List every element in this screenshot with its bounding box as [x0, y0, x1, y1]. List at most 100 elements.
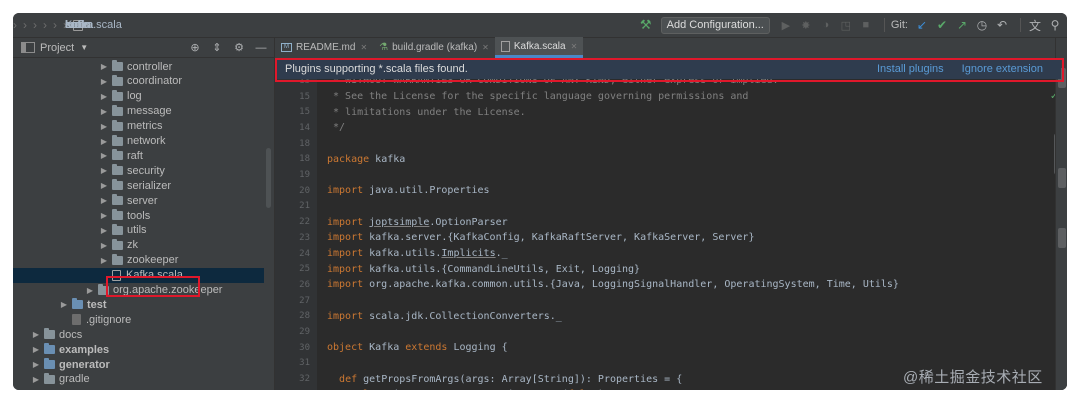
tree-item-label: zookeeper — [127, 254, 179, 267]
editor-tab[interactable]: Kafka.scala ✕ — [494, 37, 584, 58]
tree-item-label: server — [127, 194, 158, 207]
code-line: 23 import kafka.server.{KafkaConfig, Kafk… — [275, 230, 1055, 246]
chevron-right-icon[interactable]: ▶ — [99, 62, 109, 71]
tree-item[interactable]: ▶ coordinator — [13, 74, 264, 89]
code-line: 27 — [275, 293, 1055, 309]
tree-item[interactable]: ▶ log — [13, 89, 264, 104]
git-update-icon[interactable]: ↙ — [914, 17, 930, 33]
hide-panel-icon[interactable]: — — [252, 42, 270, 54]
chevron-right-icon[interactable]: ▶ — [99, 77, 109, 86]
editor-tab[interactable]: M README.md ✕ — [275, 37, 373, 58]
line-number: 18 — [299, 138, 310, 149]
editor-tab-label: README.md — [296, 42, 356, 53]
code-line: 18 package kafka — [275, 152, 1055, 168]
database-tool-icon[interactable] — [1058, 168, 1066, 188]
tree-item[interactable]: ▶ message — [13, 104, 264, 119]
chevron-right-icon[interactable]: ▶ — [99, 226, 109, 235]
chevron-right-icon[interactable]: ▶ — [99, 241, 109, 250]
chevron-right-icon[interactable]: ▶ — [99, 92, 109, 101]
close-icon[interactable]: ✕ — [360, 43, 367, 52]
chevron-right-icon[interactable]: ▶ — [31, 330, 41, 339]
tree-item[interactable]: ▶ metrics — [13, 119, 264, 134]
chevron-right-icon[interactable]: ▶ — [99, 137, 109, 146]
debug-icon[interactable]: ✸ — [798, 17, 814, 33]
chevron-right-icon: › — [53, 18, 57, 32]
stop-icon[interactable]: ■ — [858, 17, 874, 33]
translate-icon[interactable]: 文 — [1027, 17, 1043, 33]
code-text: * limitations under the License. — [327, 106, 526, 118]
chevron-right-icon[interactable]: ▶ — [99, 196, 109, 205]
chevron-right-icon: › — [23, 18, 27, 32]
git-commit-icon[interactable]: ✔ — [934, 17, 950, 33]
add-configuration-button[interactable]: Add Configuration... — [660, 16, 770, 34]
tree-item[interactable]: ▶ zookeeper — [13, 253, 264, 268]
breadcrumb-item[interactable]: core › — [23, 18, 88, 32]
chevron-down-icon[interactable]: ▼ — [80, 43, 88, 52]
breadcrumb-item[interactable]: scala › — [53, 18, 91, 32]
tree-item[interactable]: ▶ generator — [13, 357, 264, 372]
tree-item[interactable]: ▶ gradle — [13, 372, 264, 387]
git-history-icon[interactable]: ◷ — [974, 17, 990, 33]
tree-item[interactable]: ▶ network — [13, 134, 264, 149]
tree-item[interactable]: ▶ zk — [13, 238, 264, 253]
locate-file-icon[interactable]: ⊕ — [186, 41, 204, 54]
breadcrumb-item[interactable]: main › — [43, 18, 91, 32]
git-label: Git: — [890, 19, 908, 31]
breadcrumb-item[interactable]: Kafka.scala — [65, 19, 122, 31]
run-icon[interactable]: ▶ — [778, 17, 794, 33]
profile-icon[interactable]: ◳ — [838, 17, 854, 33]
chevron-right-icon[interactable]: ▶ — [59, 300, 69, 309]
chevron-right-icon[interactable]: ▶ — [99, 181, 109, 190]
tree-item[interactable]: ▶ test — [13, 297, 264, 312]
folder-icon — [112, 209, 123, 220]
tree-item[interactable]: ▶ raft — [13, 148, 264, 163]
line-number: 26 — [299, 279, 310, 290]
project-panel-title[interactable]: Project — [40, 42, 74, 54]
tree-item[interactable]: ▶ docs — [13, 327, 264, 342]
chevron-right-icon[interactable]: ▶ — [99, 151, 109, 160]
build-hammer-icon[interactable]: ⚒ — [637, 17, 655, 33]
tree-item[interactable]: ▶ controller — [13, 59, 264, 74]
search-everywhere-icon[interactable]: ⚲ — [1047, 17, 1063, 33]
tree-item-label: .gitignore — [86, 313, 132, 326]
git-push-icon[interactable]: ↗ — [954, 17, 970, 33]
chevron-right-icon[interactable]: ▶ — [31, 375, 41, 384]
tree-item[interactable]: ▶ serializer — [13, 178, 264, 193]
chevron-right-icon: › — [33, 18, 37, 32]
navigation-bar: kafka › core › src › main › scala › kafka › Kafka.sc… — [13, 13, 1067, 38]
chevron-right-icon[interactable]: ▶ — [31, 360, 41, 369]
code-line: 20 import java.util.Properties — [275, 183, 1055, 199]
tree-item[interactable]: .gitignore — [13, 312, 264, 327]
chevron-right-icon[interactable]: ▶ — [99, 211, 109, 220]
chevron-right-icon[interactable]: ▶ — [85, 286, 95, 295]
chevron-right-icon[interactable]: ▶ — [99, 166, 109, 175]
tree-item[interactable]: ▶ utils — [13, 223, 264, 238]
collapse-all-icon[interactable]: ⇕ — [208, 41, 226, 54]
gear-icon[interactable]: ⚙ — [230, 41, 248, 54]
chevron-right-icon[interactable]: ▶ — [99, 107, 109, 116]
code-view[interactable]: 13 * WITHOUT WARRANTIES OR CONDITIONS OF… — [275, 79, 1055, 390]
close-icon[interactable]: ✕ — [482, 43, 489, 52]
breadcrumb-item[interactable]: src › — [33, 18, 80, 32]
chevron-right-icon[interactable]: ▶ — [99, 256, 109, 265]
line-number: 20 — [299, 185, 310, 196]
editor-tab[interactable]: ⚗ build.gradle (kafka) ✕ — [373, 37, 495, 58]
gradle-tool-icon[interactable] — [1058, 228, 1066, 248]
tree-item[interactable]: ▶ server — [13, 193, 264, 208]
chevron-right-icon[interactable]: ▶ — [99, 122, 109, 131]
gradle-icon: ⚗ — [379, 42, 389, 53]
line-number: 18 — [299, 154, 310, 165]
tree-item[interactable]: ▶ examples — [13, 342, 264, 357]
project-scrollbar[interactable] — [266, 148, 271, 208]
markdown-icon: M — [281, 43, 292, 52]
close-icon[interactable]: ✕ — [571, 42, 578, 51]
tree-item[interactable]: ▶ tools — [13, 208, 264, 223]
breadcrumb-item[interactable]: kafka › — [13, 18, 93, 32]
git-rollback-icon[interactable]: ↶ — [994, 17, 1010, 33]
tree-item-label: gradle — [59, 373, 90, 386]
watermark: @稀土掘金技术社区 — [903, 369, 1043, 386]
tree-item[interactable]: ▶ security — [13, 163, 264, 178]
coverage-icon[interactable]: ◑ — [818, 17, 834, 33]
code-text: * See the License for the specific langu… — [327, 91, 749, 103]
chevron-right-icon[interactable]: ▶ — [31, 345, 41, 354]
